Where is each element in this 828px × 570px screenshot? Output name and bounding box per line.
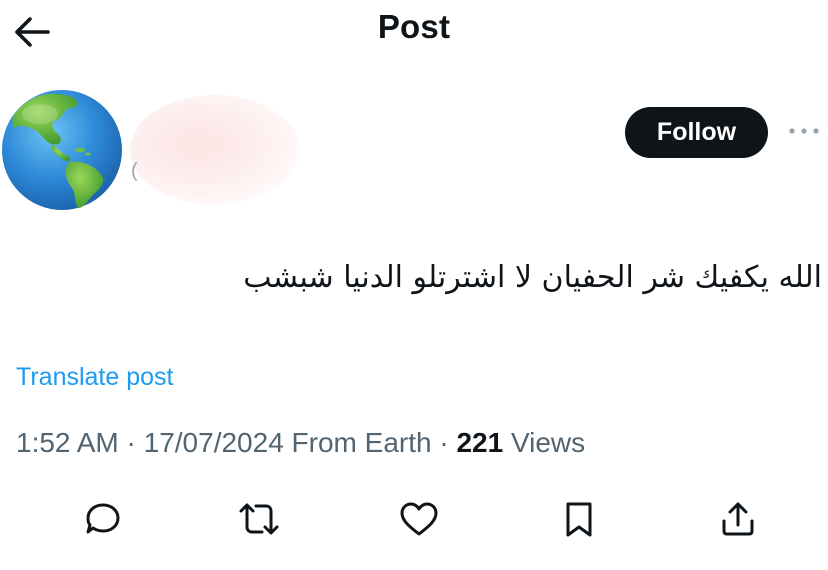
more-horizontal-icon bbox=[789, 128, 819, 134]
meta-separator: · bbox=[126, 427, 136, 458]
more-options-button[interactable] bbox=[786, 119, 822, 143]
avatar[interactable] bbox=[0, 84, 126, 216]
share-button[interactable] bbox=[714, 495, 762, 543]
bookmark-button[interactable] bbox=[555, 495, 603, 543]
meta-separator: · bbox=[439, 427, 449, 458]
follow-button[interactable]: Follow bbox=[625, 107, 768, 158]
translate-post-link[interactable]: Translate post bbox=[16, 363, 173, 392]
heart-icon bbox=[400, 502, 438, 536]
redacted-author-handle: ( bbox=[131, 160, 138, 182]
post-source: From Earth bbox=[291, 427, 432, 458]
reply-button[interactable] bbox=[79, 495, 127, 543]
like-button[interactable] bbox=[395, 495, 443, 543]
views-count: 221 bbox=[456, 427, 504, 458]
bookmark-icon bbox=[566, 502, 592, 537]
repost-button[interactable] bbox=[235, 495, 283, 543]
post-meta: 1:52 AM · 17/07/2024 From Earth · 221 Vi… bbox=[16, 427, 585, 459]
post-date[interactable]: 17/07/2024 bbox=[144, 427, 284, 458]
globe-icon bbox=[2, 90, 122, 210]
repost-icon bbox=[239, 503, 279, 535]
views-label: Views bbox=[510, 427, 586, 458]
post-detail-page: Post (Follow الله يكفيك شر الحفيان لا ا… bbox=[0, 0, 828, 570]
action-bar bbox=[0, 495, 828, 543]
share-icon bbox=[722, 502, 754, 536]
post-text: الله يكفيك شر الحفيان لا اشترتلو الدنيا … bbox=[243, 260, 822, 295]
reply-icon bbox=[86, 503, 120, 534]
page-title: Post bbox=[377, 8, 451, 45]
post-time[interactable]: 1:52 AM bbox=[16, 427, 119, 458]
redacted-author-name bbox=[130, 95, 300, 205]
